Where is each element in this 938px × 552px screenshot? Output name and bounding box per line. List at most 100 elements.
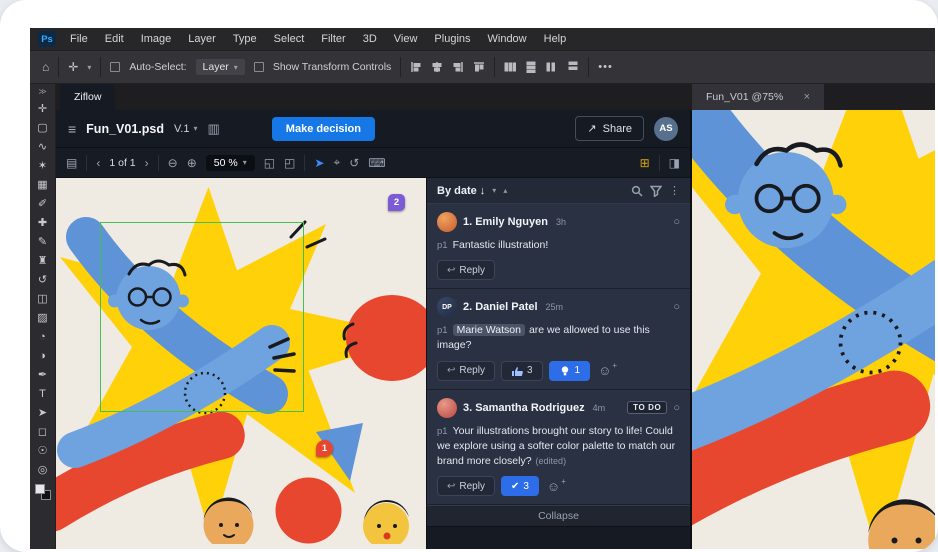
home-icon[interactable]: ⌂: [42, 60, 49, 74]
history-brush-tool-icon[interactable]: ↺: [37, 270, 47, 289]
proof-canvas[interactable]: 2 1: [56, 178, 426, 549]
filter-icon[interactable]: [650, 185, 662, 197]
divider: [400, 57, 401, 77]
menu-type[interactable]: Type: [233, 33, 257, 45]
move-tool-icon[interactable]: ✛: [37, 99, 47, 118]
comment-pin-2[interactable]: 2: [388, 194, 405, 211]
magic-wand-tool-icon[interactable]: ✶: [37, 156, 47, 175]
thumbs-up-reaction[interactable]: 3: [501, 361, 543, 381]
align-right-icon[interactable]: [452, 61, 464, 73]
menu-view[interactable]: View: [394, 33, 418, 45]
reply-button[interactable]: ↩ Reply: [437, 361, 495, 381]
hand-tool-icon[interactable]: ☉: [37, 441, 47, 460]
brush-tool-icon[interactable]: ✎: [37, 232, 47, 251]
lightbulb-reaction[interactable]: 1: [549, 361, 591, 381]
shape-tool-icon[interactable]: ◻: [37, 422, 47, 441]
thread-icon[interactable]: [653, 298, 666, 316]
fit-screen-icon[interactable]: ◱: [264, 156, 275, 170]
distribute-left-icon[interactable]: [546, 61, 558, 73]
collapse-button[interactable]: Collapse: [427, 505, 690, 527]
share-button[interactable]: ↗ Share: [575, 116, 644, 141]
distribute-top-icon[interactable]: [567, 61, 579, 73]
rotate-icon[interactable]: ↺: [349, 156, 359, 170]
add-comment-icon[interactable]: ⊞: [640, 156, 650, 170]
eyedropper-tool-icon[interactable]: ✐: [37, 194, 47, 213]
menu-window[interactable]: Window: [488, 33, 527, 45]
zoom-area-icon[interactable]: ◰: [284, 156, 295, 170]
next-page-icon[interactable]: ›: [145, 156, 149, 170]
search-icon[interactable]: [631, 185, 643, 197]
document-view[interactable]: [692, 110, 935, 549]
healing-brush-tool-icon[interactable]: ✚: [37, 213, 47, 232]
resolve-circle-icon[interactable]: ○: [673, 301, 680, 313]
layer-select[interactable]: Layer ▾: [196, 59, 245, 75]
thread-icon[interactable]: [653, 213, 666, 231]
menu-3d[interactable]: 3D: [363, 33, 377, 45]
type-tool-icon[interactable]: T: [37, 384, 47, 403]
check-reaction[interactable]: ✔ 3: [501, 476, 539, 496]
dodge-tool-icon[interactable]: ◑: [37, 346, 47, 365]
menu-image[interactable]: Image: [141, 33, 172, 45]
foreground-color-swatch[interactable]: [35, 484, 45, 494]
menu-help[interactable]: Help: [544, 33, 567, 45]
clone-stamp-tool-icon[interactable]: ♜: [37, 251, 47, 270]
previous-page-icon[interactable]: ‹: [96, 156, 100, 170]
distribute-vertical-icon[interactable]: [525, 61, 537, 73]
tab-ziflow[interactable]: Ziflow: [60, 84, 115, 110]
reply-button[interactable]: ↩ Reply: [437, 260, 495, 280]
hamburger-menu-icon[interactable]: ≡: [68, 121, 76, 137]
add-reaction-icon[interactable]: ☺+: [596, 363, 619, 378]
menu-select[interactable]: Select: [274, 33, 305, 45]
more-options-icon[interactable]: •••: [598, 61, 613, 73]
marquee-tool-icon[interactable]: ▢: [37, 118, 47, 137]
version-dropdown[interactable]: V.1 ▾: [174, 123, 198, 135]
menu-layer[interactable]: Layer: [188, 33, 216, 45]
comment-body: p1Your illustrations brought our story t…: [437, 424, 680, 470]
zoom-tool-icon[interactable]: ◎: [37, 460, 47, 479]
crop-tool-icon[interactable]: ▦: [37, 175, 47, 194]
pages-icon[interactable]: ▤: [66, 156, 77, 170]
sort-by-date-dropdown[interactable]: By date ↓: [437, 185, 485, 197]
zoom-in-icon[interactable]: ⊕: [187, 156, 197, 170]
distribute-horizontal-icon[interactable]: [504, 61, 516, 73]
show-transform-checkbox[interactable]: [254, 62, 264, 72]
eraser-tool-icon[interactable]: ◫: [37, 289, 47, 308]
collapse-toolbar-icon[interactable]: ≫: [38, 87, 46, 99]
align-left-icon[interactable]: [410, 61, 422, 73]
zoom-level-dropdown[interactable]: 50 % ▾: [206, 155, 255, 171]
align-center-icon[interactable]: [431, 61, 443, 73]
lasso-tool-icon[interactable]: ∿: [37, 137, 47, 156]
add-reaction-icon[interactable]: ☺+: [545, 479, 568, 494]
pointer-tool-icon[interactable]: ➤: [314, 156, 324, 170]
pin-comment-icon[interactable]: ⌖: [333, 155, 340, 170]
zoom-out-icon[interactable]: ⊖: [168, 156, 178, 170]
collapse-all-icon[interactable]: ▴: [503, 186, 507, 195]
color-swatches[interactable]: [35, 484, 51, 500]
blur-tool-icon[interactable]: ◔: [37, 327, 47, 346]
toggle-panel-icon[interactable]: ◨: [669, 156, 680, 170]
gradient-tool-icon[interactable]: ▨: [37, 308, 47, 327]
keyboard-shortcuts-icon[interactable]: ⌨: [368, 156, 385, 170]
mention-chip[interactable]: Marie Watson: [453, 324, 525, 336]
compare-versions-icon[interactable]: ▥: [208, 121, 220, 137]
move-tool-icon[interactable]: ✛: [68, 60, 78, 74]
auto-select-checkbox[interactable]: [110, 62, 120, 72]
kebab-menu-icon[interactable]: ⋮: [669, 184, 680, 197]
menu-plugins[interactable]: Plugins: [434, 33, 470, 45]
menu-bar: Ps FileEditImageLayerTypeSelectFilter3DV…: [30, 28, 935, 50]
comment-pin-1[interactable]: 1: [316, 440, 333, 457]
menu-file[interactable]: File: [70, 33, 88, 45]
close-icon[interactable]: ×: [804, 91, 810, 103]
menu-edit[interactable]: Edit: [105, 33, 124, 45]
menu-filter[interactable]: Filter: [321, 33, 345, 45]
resolve-circle-icon[interactable]: ○: [673, 216, 680, 228]
pen-tool-icon[interactable]: ✒: [37, 365, 47, 384]
reply-button[interactable]: ↩ Reply: [437, 476, 495, 496]
align-top-icon[interactable]: [473, 61, 485, 73]
path-select-tool-icon[interactable]: ➤: [37, 403, 47, 422]
make-decision-button[interactable]: Make decision: [272, 117, 375, 141]
chevron-down-icon[interactable]: ▾: [492, 186, 496, 195]
tab-document[interactable]: Fun_V01 @75% ×: [692, 84, 824, 110]
resolve-circle-icon[interactable]: ○: [673, 402, 680, 414]
user-avatar[interactable]: AS: [654, 117, 678, 141]
